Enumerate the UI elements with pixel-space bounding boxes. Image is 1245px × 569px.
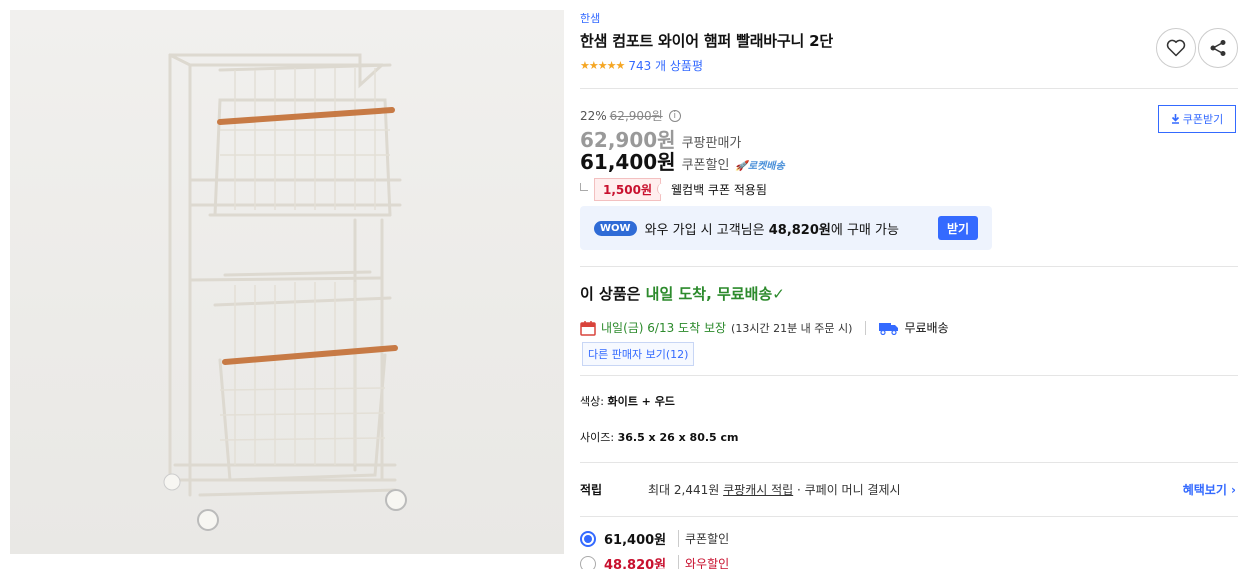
view-benefits-link[interactable]: 혜택보기 › (1183, 481, 1236, 498)
wow-badge: WOW (594, 220, 637, 236)
points-text: 최대 2,441원 쿠팡캐시 적립 · 쿠페이 머니 결제시 (648, 481, 901, 498)
divider (580, 375, 1238, 376)
delivery-head-prefix: 이 상품은 (580, 285, 646, 303)
discount-percent: 22% (580, 108, 607, 123)
separator (865, 320, 867, 335)
rating-row[interactable]: ★★★★★ 743 개 상품평 (580, 57, 703, 74)
option-price: 48,820원 (604, 558, 667, 569)
divider (580, 266, 1238, 267)
wow-price: 48,820원 (768, 222, 831, 238)
option-label: 쿠폰할인 (678, 530, 729, 547)
review-count-link[interactable]: 743 개 상품평 (628, 57, 703, 74)
info-icon[interactable]: i (668, 109, 681, 122)
discount-line: 22% 62,900원 i (580, 107, 681, 124)
delivery-detail-row: 내일(금) 6/13 도착 보장 (13시간 21분 내 주문 시) 무료배송 (580, 319, 949, 336)
wow-text-prefix: 와우 가입 시 고객님은 (644, 222, 769, 238)
coupang-cash-link[interactable]: 쿠팡캐시 적립 (723, 483, 793, 497)
color-option: 색상: 화이트 + 우드 (580, 393, 675, 409)
product-image[interactable] (10, 10, 564, 554)
coupon-price-label: 쿠폰할인 (681, 158, 730, 173)
other-sellers-button[interactable]: 다른 판매자 보기(12) (582, 342, 695, 366)
truck-icon (879, 322, 899, 335)
size-value: 36.5 x 26 x 80.5 cm (617, 431, 739, 444)
divider (580, 462, 1238, 463)
check-icon: ✓ (772, 285, 785, 303)
welcome-coupon-chip: 1,500원 (594, 178, 664, 201)
size-label: 사이즈: (580, 431, 615, 444)
rocket-delivery-badge: 🚀로켓배송 (735, 157, 784, 172)
delivery-headline: 이 상품은 내일 도착, 무료배송✓ (580, 283, 785, 304)
wishlist-button[interactable] (1156, 28, 1196, 68)
color-label: 색상: (580, 395, 604, 408)
brand-link[interactable]: 한샘 (580, 10, 600, 26)
get-coupon-label: 쿠폰받기 (1182, 113, 1224, 126)
rocket-icon: 🚀 (735, 161, 748, 172)
option-price: 61,400원 (604, 533, 667, 548)
product-info-panel: 한샘 한샘 컴포트 와이어 햄퍼 빨래바구니 2단 ★★★★★ 743 개 상품… (580, 0, 1240, 569)
wire-hamper-illustration (163, 53, 407, 531)
delivery-head-highlight: 내일 도착, 무료배송 (645, 285, 773, 303)
purchase-option-wow[interactable]: 48,820원 와우할인 (580, 554, 729, 569)
divider (580, 516, 1238, 517)
tree-corner-icon (580, 182, 588, 191)
rocket-label: 로켓배송 (747, 161, 785, 172)
order-cutoff: (13시간 21분 내 주문 시) (731, 321, 853, 335)
heart-icon (1166, 39, 1186, 57)
welcome-coupon-text: 웰컴백 쿠폰 적용됨 (671, 183, 767, 197)
product-title: 한샘 컴포트 와이어 햄퍼 빨래바구니 2단 (580, 32, 833, 50)
wow-text-suffix: 에 구매 가능 (830, 222, 899, 238)
option-label: 와우할인 (678, 555, 729, 569)
wow-text: 와우 가입 시 고객님은 48,820원에 구매 가능 (645, 219, 899, 238)
coupon-price: 61,400원 (580, 150, 676, 174)
points-text-suffix: · 쿠페이 머니 결제시 (793, 483, 901, 497)
radio-button[interactable] (580, 555, 596, 569)
share-icon (1210, 40, 1226, 56)
wow-get-button[interactable]: 받기 (938, 216, 978, 240)
divider (580, 88, 1238, 89)
color-value: 화이트 + 우드 (607, 395, 675, 408)
arrival-date: 내일(금) 6/13 도착 보장 (601, 321, 727, 335)
purchase-option-coupon[interactable]: 61,400원 쿠폰할인 (580, 529, 729, 548)
star-rating-icon: ★★★★★ (580, 59, 625, 72)
download-icon (1171, 114, 1179, 124)
welcome-coupon-row: 1,500원 웰컴백 쿠폰 적용됨 (580, 178, 767, 201)
get-coupon-button[interactable]: 쿠폰받기 (1158, 105, 1236, 133)
original-price: 62,900원 (609, 109, 663, 123)
calendar-icon (580, 320, 596, 336)
points-label: 적립 (580, 483, 603, 497)
wow-membership-box: WOW 와우 가입 시 고객님은 48,820원에 구매 가능 받기 (580, 206, 992, 250)
coupon-price-row: 61,400원 쿠폰할인 🚀로켓배송 (580, 146, 785, 175)
free-shipping-text: 무료배송 (904, 321, 949, 335)
share-button[interactable] (1198, 28, 1238, 68)
radio-button[interactable] (580, 530, 596, 547)
points-text-prefix: 최대 2,441원 (648, 483, 724, 497)
size-option: 사이즈: 36.5 x 26 x 80.5 cm (580, 429, 739, 445)
